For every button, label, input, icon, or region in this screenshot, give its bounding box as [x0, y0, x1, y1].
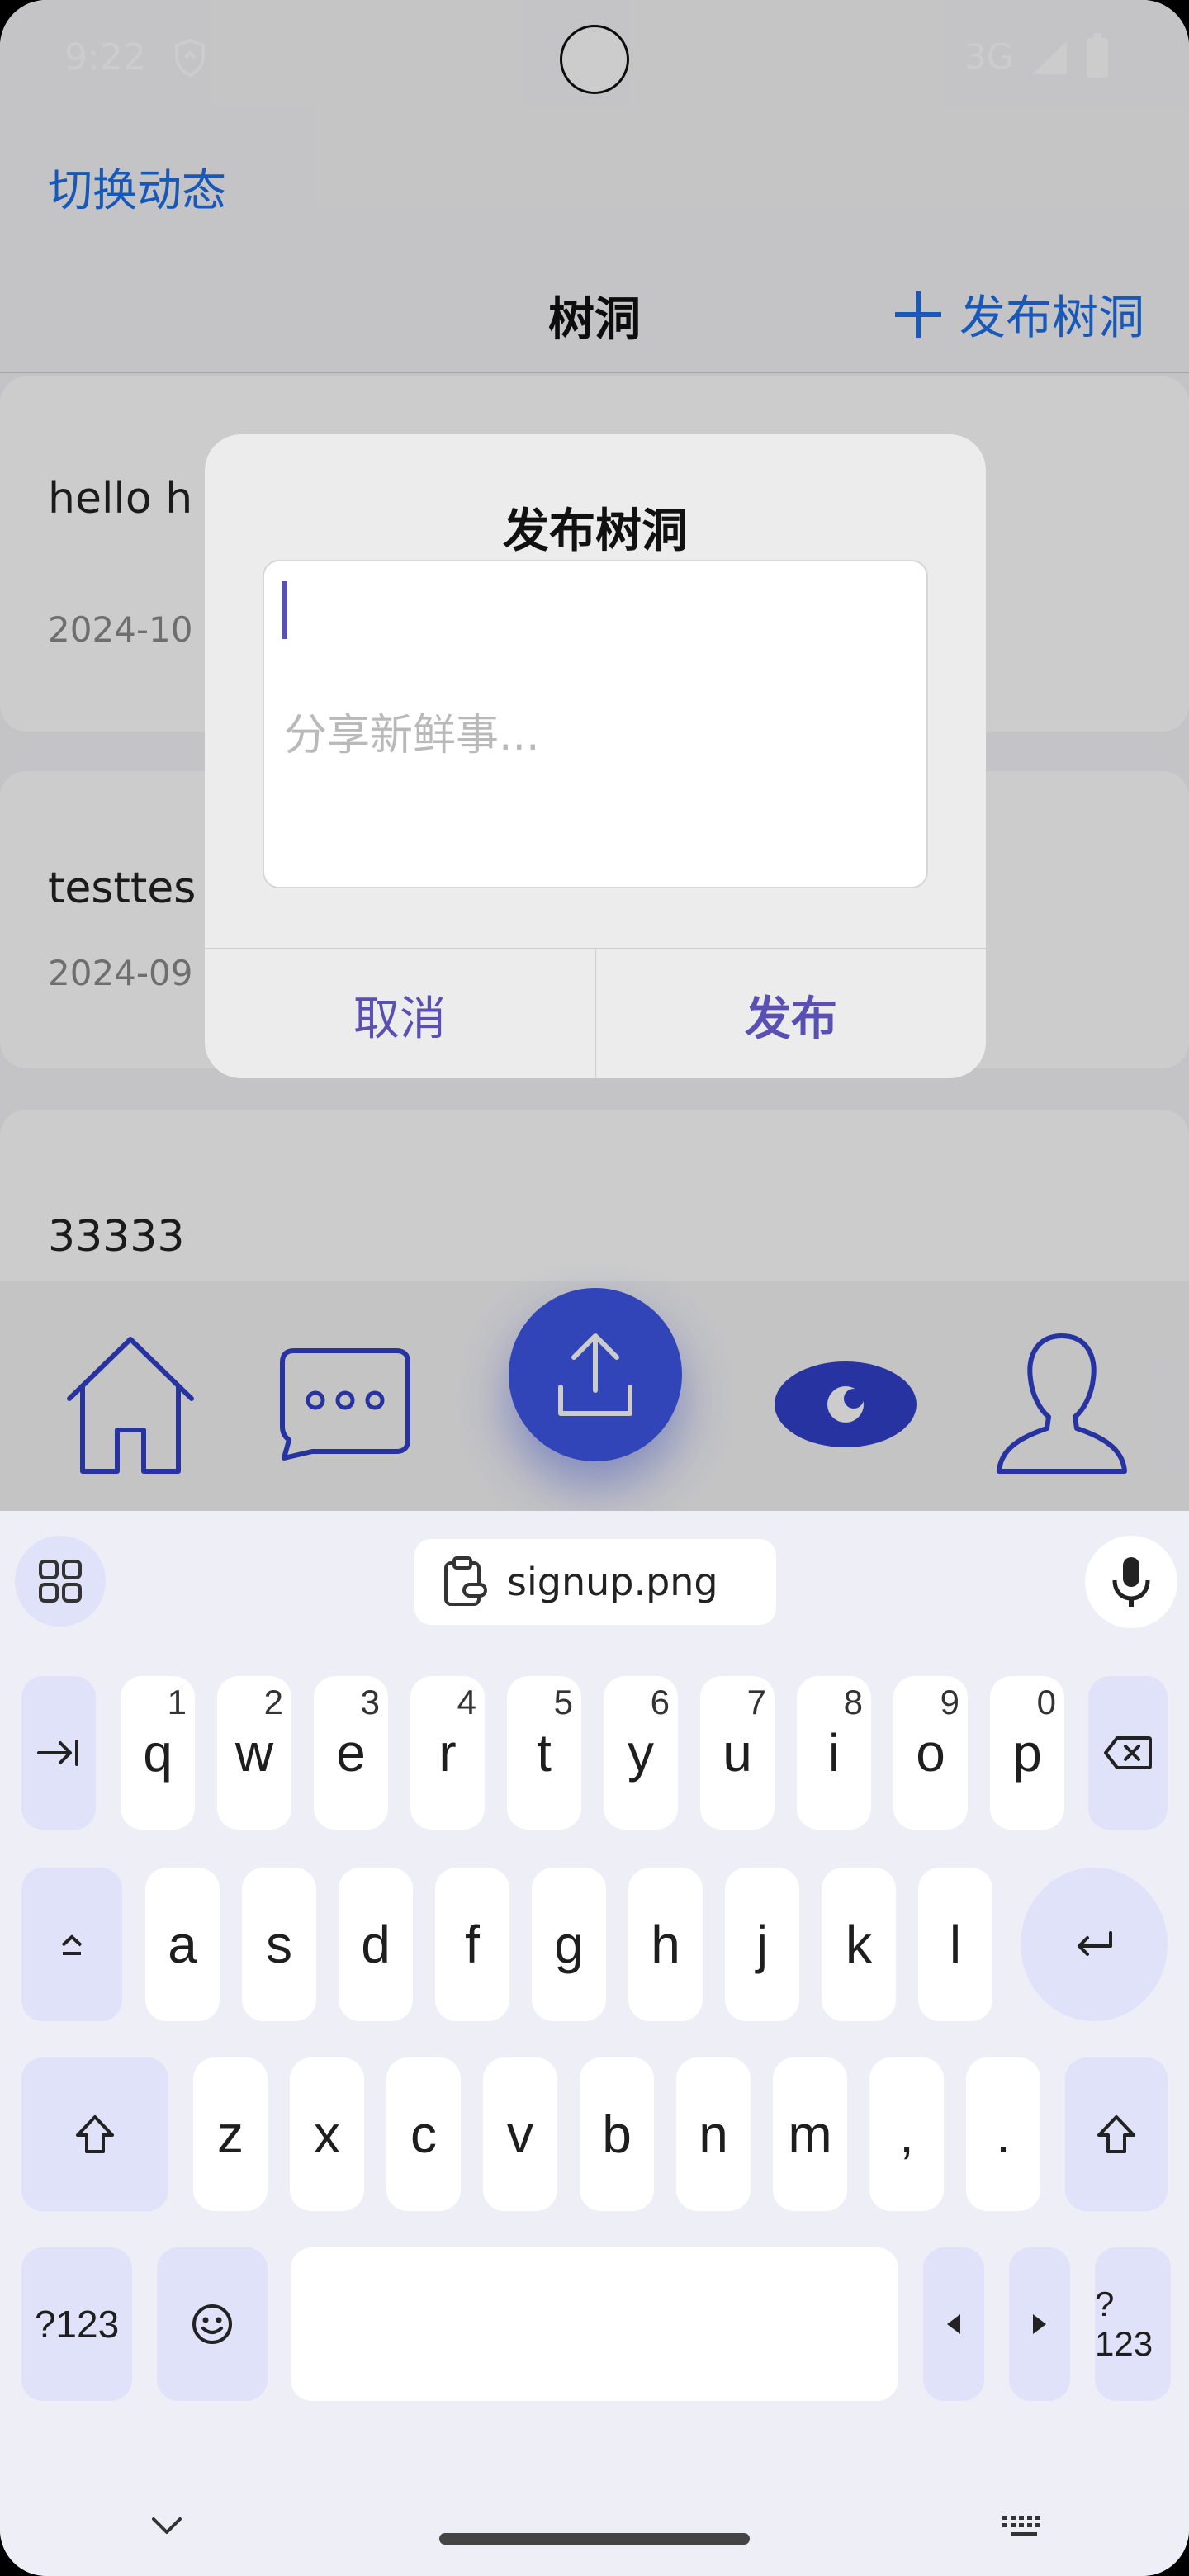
enter-key[interactable]	[1021, 1868, 1168, 2021]
chevron-down-icon[interactable]	[149, 2514, 185, 2540]
symbols-key-left[interactable]: ?123	[21, 2247, 132, 2401]
shift-icon	[76, 2115, 114, 2153]
emoji-icon	[192, 2304, 232, 2344]
home-indicator[interactable]	[439, 2533, 750, 2545]
arrow-left-icon	[947, 2314, 960, 2334]
key-h[interactable]: h	[628, 1868, 703, 2021]
tab-icon	[37, 1740, 78, 1766]
clipboard-suggestion[interactable]: signup.png	[414, 1539, 776, 1625]
enter-icon	[1078, 1931, 1112, 1956]
caps-lock-key[interactable]	[21, 1868, 122, 2021]
caps-lock-icon	[61, 1934, 83, 1955]
key-j[interactable]: j	[725, 1868, 799, 2021]
key-t[interactable]: t5	[507, 1676, 581, 1830]
backspace-key[interactable]	[1088, 1676, 1168, 1830]
key-v[interactable]: v	[483, 2057, 557, 2211]
clipboard-icon	[444, 1556, 487, 1606]
key-s[interactable]: s	[242, 1868, 316, 2021]
key-w[interactable]: w2	[217, 1676, 291, 1830]
key-y[interactable]: y6	[604, 1676, 678, 1830]
app-view: 9:22 3G 切换动态 树洞 发布树洞 hello h 2024-10 tes…	[0, 0, 1189, 1511]
clipboard-filename: signup.png	[507, 1560, 718, 1604]
shift-icon	[1097, 2115, 1135, 2153]
key-comma[interactable]: ,	[869, 2057, 944, 2211]
microphone-icon[interactable]	[1085, 1536, 1177, 1628]
key-r[interactable]: r4	[410, 1676, 485, 1830]
text-caret	[282, 581, 287, 639]
key-f[interactable]: f	[435, 1868, 509, 2021]
cursor-left-key[interactable]	[923, 2247, 984, 2401]
key-m[interactable]: m	[773, 2057, 847, 2211]
key-b[interactable]: b	[580, 2057, 654, 2211]
key-e[interactable]: e3	[314, 1676, 388, 1830]
key-u[interactable]: u7	[700, 1676, 775, 1830]
key-i[interactable]: i8	[797, 1676, 871, 1830]
symbols-key-right[interactable]: ?123	[1095, 2247, 1171, 2401]
key-period[interactable]: .	[966, 2057, 1040, 2211]
apps-grid-icon[interactable]	[15, 1536, 106, 1627]
backspace-icon	[1104, 1736, 1152, 1769]
key-c[interactable]: c	[386, 2057, 461, 2211]
publish-button[interactable]: 发布	[596, 949, 986, 1078]
shift-key-left[interactable]	[21, 2057, 168, 2211]
post-content-placeholder: 分享新鲜事...	[284, 711, 540, 760]
key-l[interactable]: l	[918, 1868, 992, 2021]
key-o[interactable]: o9	[893, 1676, 968, 1830]
key-n[interactable]: n	[676, 2057, 751, 2211]
emoji-key[interactable]	[157, 2247, 268, 2401]
key-a[interactable]: a	[145, 1868, 220, 2021]
key-p[interactable]: p0	[990, 1676, 1064, 1830]
soft-keyboard: signup.png q1 w2 e3 r4 t5 y6 u7 i8 o9 p0…	[0, 1511, 1189, 2576]
dialog-title: 发布树洞	[503, 504, 688, 558]
shift-key-right[interactable]	[1065, 2057, 1168, 2211]
key-g[interactable]: g	[532, 1868, 606, 2021]
dialog-actions: 取消 发布	[205, 948, 986, 1078]
phone-screen: 9:22 3G 切换动态 树洞 发布树洞 hello h 2024-10 tes…	[0, 0, 1189, 2576]
key-q[interactable]: q1	[121, 1676, 195, 1830]
tab-key[interactable]	[21, 1676, 96, 1830]
cursor-right-key[interactable]	[1009, 2247, 1070, 2401]
keyboard-switch-icon[interactable]	[999, 2512, 1049, 2545]
key-z[interactable]: z	[193, 2057, 268, 2211]
publish-dialog: 发布树洞 分享新鲜事... 取消 发布	[205, 434, 986, 1078]
key-d[interactable]: d	[339, 1868, 413, 2021]
key-k[interactable]: k	[822, 1868, 896, 2021]
key-x[interactable]: x	[290, 2057, 364, 2211]
cancel-button[interactable]: 取消	[205, 949, 594, 1078]
arrow-right-icon	[1033, 2314, 1046, 2334]
post-content-input[interactable]: 分享新鲜事...	[263, 560, 928, 888]
space-key[interactable]	[291, 2247, 898, 2401]
